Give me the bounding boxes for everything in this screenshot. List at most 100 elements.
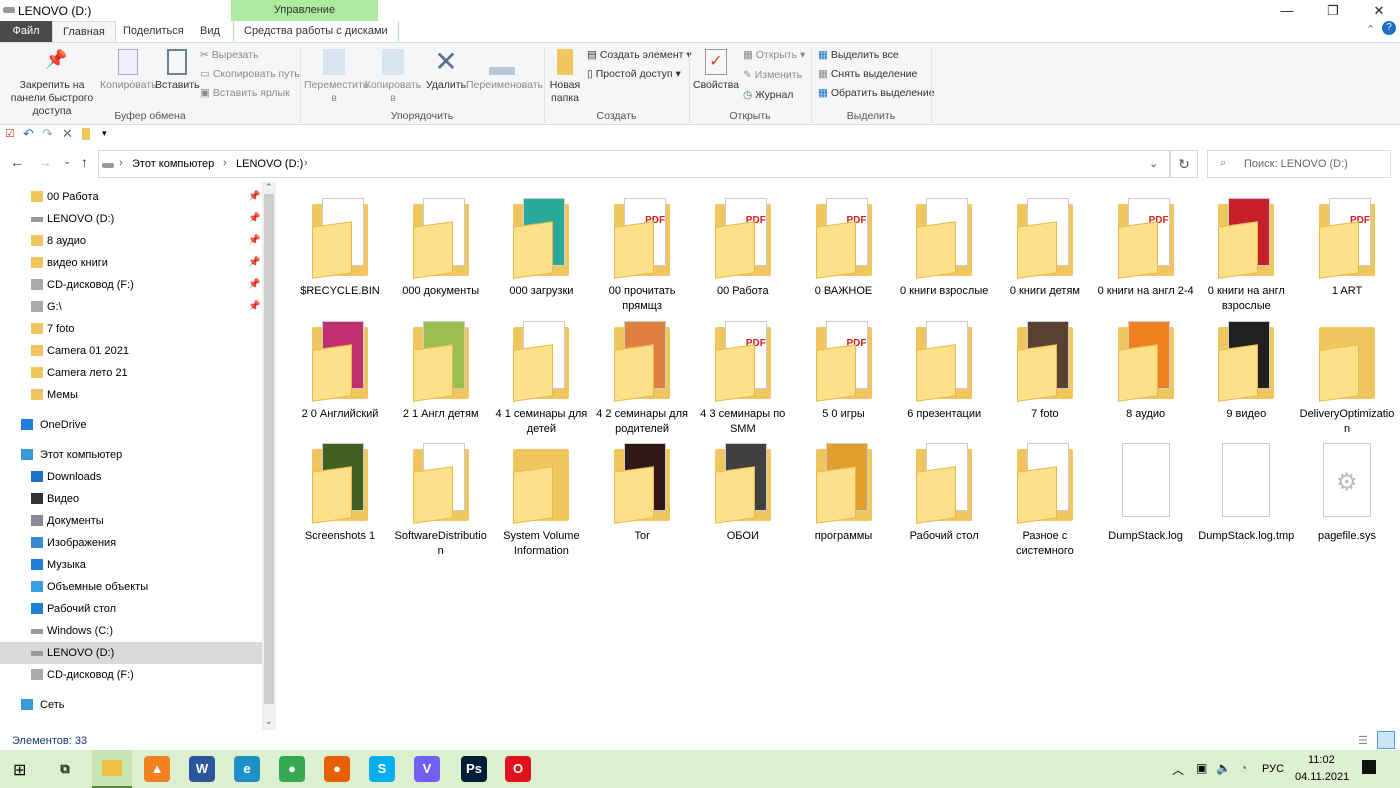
navigation-scrollbar[interactable]: ⌃ ⌄ [262, 182, 276, 730]
pin-icon[interactable]: 📌 [248, 296, 260, 318]
invert-selection-button[interactable]: ▦ Обратить выделение [818, 87, 935, 100]
large-icons-view-icon[interactable] [1377, 731, 1395, 749]
taskbar-vlc-icon[interactable]: ▲ [144, 756, 170, 782]
taskbar-word-icon[interactable]: W [189, 756, 215, 782]
close-button[interactable]: ✕ [1356, 0, 1400, 22]
volume-icon[interactable]: 🔈 [1216, 761, 1231, 775]
sidebar-item[interactable]: LENOVO (D:) [0, 642, 262, 664]
easy-access-button[interactable]: ▯ Простой доступ ▾ [587, 68, 681, 81]
taskbar-skype-icon[interactable]: S [369, 756, 395, 782]
file-item[interactable]: 000 документы [393, 196, 489, 299]
sidebar-item[interactable]: Рабочий стол [0, 598, 262, 620]
file-item[interactable]: 2 1 Англ детям [393, 319, 489, 422]
language-indicator[interactable]: РУС [1262, 763, 1284, 775]
file-item[interactable]: 0 книги взрослые [896, 196, 992, 299]
tab-file[interactable]: Файл [0, 21, 52, 42]
tab-share[interactable]: Поделиться [113, 21, 194, 42]
properties-button[interactable]: ✓ Свойства [693, 49, 739, 92]
file-item[interactable]: DumpStack.log.tmp [1198, 441, 1294, 544]
sidebar-item[interactable]: Изображения [0, 532, 262, 554]
pin-icon[interactable]: 📌 [248, 230, 260, 252]
file-item[interactable]: DeliveryOptimization [1299, 319, 1395, 437]
pin-icon[interactable]: 📌 [248, 274, 260, 296]
taskbar-explorer-icon[interactable] [92, 750, 132, 788]
file-item[interactable]: Рабочий стол [896, 441, 992, 544]
taskbar-edge-icon[interactable]: e [234, 756, 260, 782]
sidebar-item[interactable]: 7 foto [0, 318, 262, 340]
collapse-ribbon-icon[interactable]: ⌃ [1366, 23, 1375, 36]
file-item[interactable]: PDF 0 книги на англ 2-4 [1098, 196, 1194, 299]
notifications-icon[interactable] [1362, 760, 1376, 774]
start-windows-icon[interactable]: ⊞ [13, 760, 26, 780]
pin-icon[interactable]: 📌 [248, 208, 260, 230]
scroll-down-icon[interactable]: ⌄ [265, 716, 273, 727]
file-item[interactable]: 8 аудио [1098, 319, 1194, 422]
select-all-button[interactable]: ▦ Выделить все [818, 49, 899, 62]
file-item[interactable]: PDF 1 ART [1299, 196, 1395, 299]
tab-view[interactable]: Вид [190, 21, 230, 42]
delete-button[interactable]: ✕ Удалить [424, 48, 468, 92]
address-bar[interactable]: › Этот компьютер › LENOVO (D:) › ⌄ [98, 150, 1170, 178]
recent-locations-icon[interactable]: ⌄ [63, 156, 71, 167]
clock-date[interactable]: 04.11.2021 [1295, 771, 1349, 783]
copy-to-button[interactable]: Копировать в [364, 49, 422, 105]
sidebar-item[interactable]: Сеть [0, 694, 262, 716]
breadcrumb-lenovo-d[interactable]: LENOVO (D:) [236, 158, 303, 170]
up-icon[interactable]: ↑ [81, 154, 88, 170]
breadcrumb-this-pc[interactable]: Этот компьютер [132, 158, 214, 170]
file-item[interactable]: PDF 0 ВАЖНОЕ [796, 196, 892, 299]
customize-qat-icon[interactable]: ▾ [102, 128, 107, 139]
sidebar-item[interactable]: Camera 01 2021 [0, 340, 262, 362]
properties-qat-icon[interactable]: ☑ [5, 127, 15, 140]
show-hidden-icons[interactable]: ︿ [1172, 761, 1184, 778]
sidebar-item[interactable]: Этот компьютер [0, 444, 262, 466]
breadcrumb-separator[interactable]: › [119, 157, 123, 169]
sidebar-item[interactable]: видео книги 📌 [0, 252, 262, 274]
sidebar-item[interactable]: Видео [0, 488, 262, 510]
file-item[interactable]: программы [796, 441, 892, 544]
edit-button[interactable]: ✎ Изменить [743, 69, 802, 82]
file-item[interactable]: Screenshots 1 [292, 441, 388, 544]
sidebar-item[interactable]: Мемы [0, 384, 262, 406]
file-item[interactable]: PDF 4 3 семинары по SMM [695, 319, 791, 437]
new-item-button[interactable]: ▤ Создать элемент ▾ [587, 49, 692, 62]
file-item[interactable]: Tor [594, 441, 690, 544]
select-none-button[interactable]: ▦ Снять выделение [818, 68, 917, 81]
sidebar-item[interactable]: CD-дисковод (F:) 📌 [0, 274, 262, 296]
help-icon[interactable]: ? [1382, 21, 1396, 35]
address-dropdown-icon[interactable]: ⌄ [1149, 157, 1158, 170]
file-item[interactable]: 6 презентации [896, 319, 992, 422]
file-item[interactable]: PDF 5 0 игры [796, 319, 892, 422]
maximize-button[interactable]: ❐ [1310, 0, 1356, 22]
details-view-icon[interactable]: ☰ [1358, 734, 1368, 747]
file-item[interactable]: Разное с системного [997, 441, 1093, 559]
file-item[interactable]: PDF 00 Работа [695, 196, 791, 299]
open-button[interactable]: ▦ Открыть ▾ [743, 49, 805, 62]
taskbar-viber-icon[interactable]: V [414, 756, 440, 782]
paste-button[interactable]: Вставить [155, 49, 200, 92]
sidebar-item[interactable]: Camera лето 21 [0, 362, 262, 384]
rename-button[interactable]: Переименовать [466, 49, 543, 92]
file-item[interactable]: 000 загрузки [493, 196, 589, 299]
sidebar-item[interactable]: Downloads [0, 466, 262, 488]
search-input[interactable]: ⌕ Поиск: LENOVO (D:) [1207, 150, 1391, 178]
sidebar-item[interactable]: Документы [0, 510, 262, 532]
sidebar-item[interactable]: OneDrive [0, 414, 262, 436]
history-button[interactable]: ◷ Журнал [743, 89, 793, 102]
sidebar-item[interactable]: Windows (C:) [0, 620, 262, 642]
file-item[interactable]: 7 foto [997, 319, 1093, 422]
folder-qat-icon[interactable] [82, 128, 90, 140]
pin-icon[interactable]: 📌 [248, 252, 260, 274]
tab-drive-tools[interactable]: Средства работы с дисками [233, 21, 399, 42]
meet-now-icon[interactable]: ▣ [1196, 761, 1207, 775]
file-item[interactable]: SoftwareDistribution [393, 441, 489, 559]
file-item[interactable]: ОБОИ [695, 441, 791, 544]
sidebar-item[interactable]: G:\ 📌 [0, 296, 262, 318]
tab-home[interactable]: Главная [52, 21, 116, 42]
new-folder-button[interactable]: Новая папка [548, 49, 582, 105]
sidebar-item[interactable]: 8 аудио 📌 [0, 230, 262, 252]
clock-time[interactable]: 11:02 [1308, 754, 1335, 766]
breadcrumb-separator[interactable]: › [304, 157, 308, 169]
taskbar-photoshop-icon[interactable]: Ps [461, 756, 487, 782]
file-item[interactable]: DumpStack.log [1098, 441, 1194, 544]
